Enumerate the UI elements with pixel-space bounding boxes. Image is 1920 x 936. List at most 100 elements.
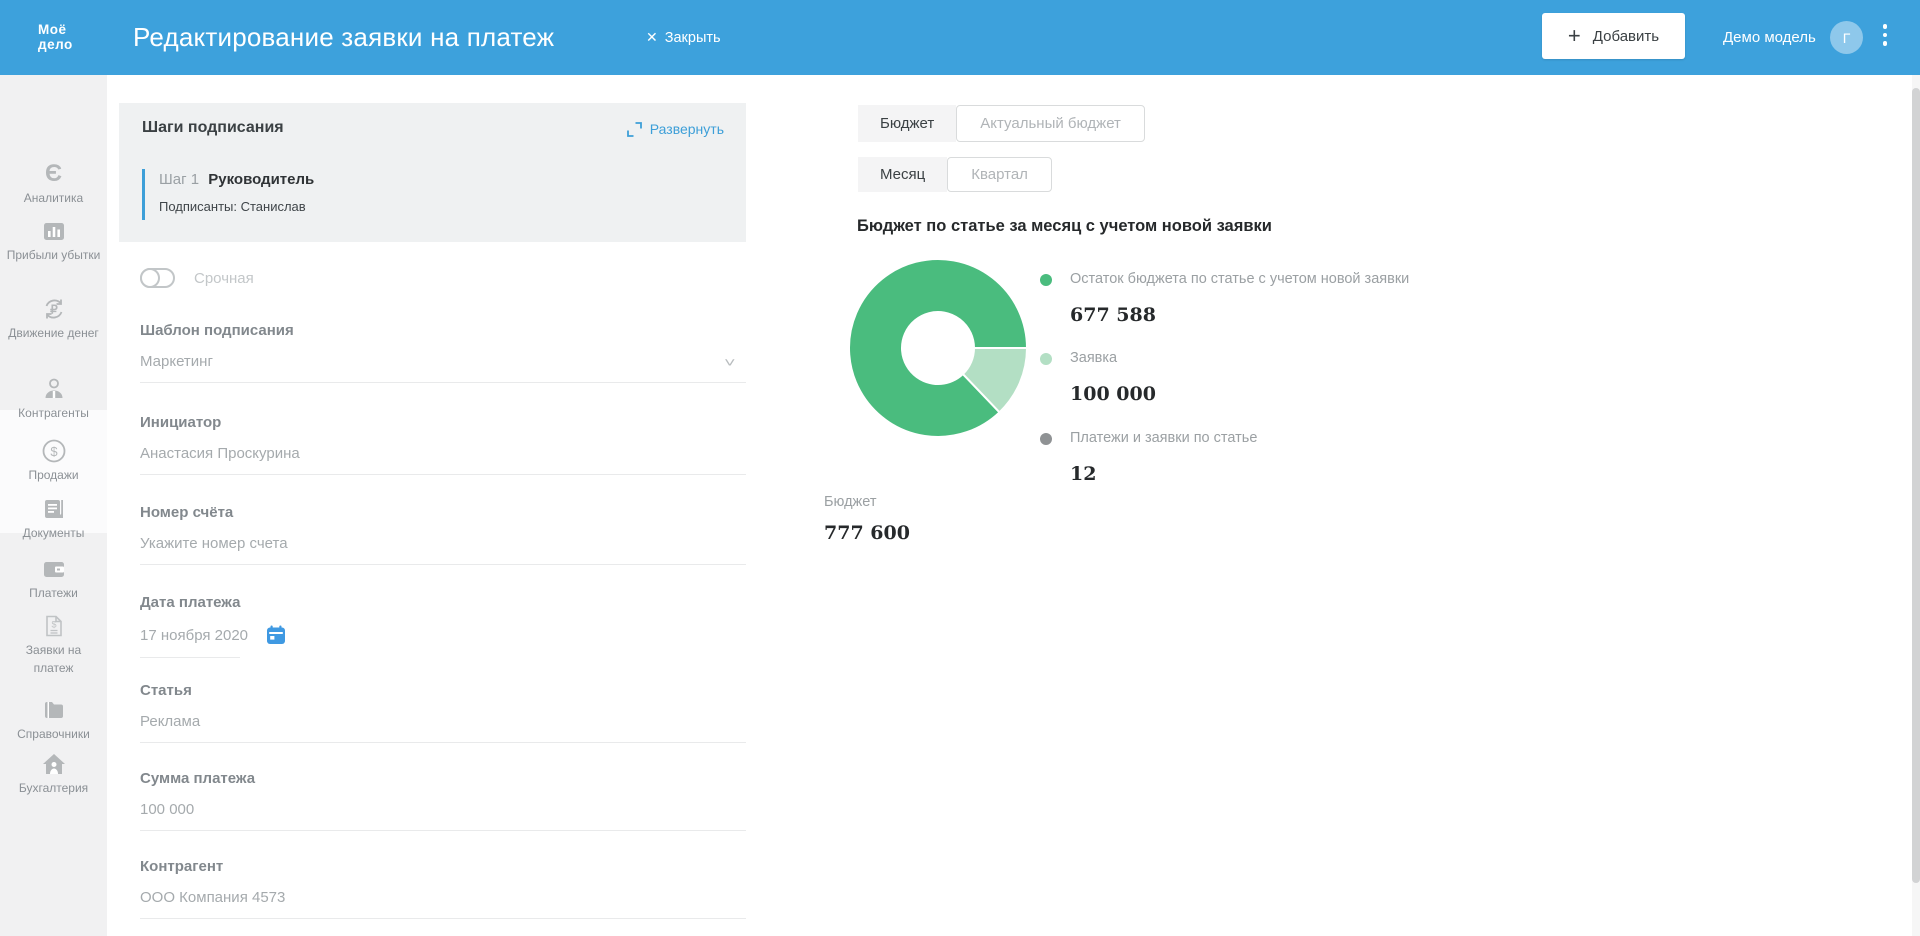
svg-text:$: $ [51, 620, 56, 630]
user-name[interactable]: Демо модель [1723, 0, 1816, 75]
field-account-number: Номер счёта Укажите номер счета [140, 504, 746, 565]
legend-value: 677 588 [1070, 304, 1409, 326]
page-title: Редактирование заявки на платеж [133, 0, 554, 75]
toggle-off-icon [140, 268, 175, 288]
sidebar-item-label: Справочники [7, 726, 101, 744]
tab-month[interactable]: Месяц [858, 157, 947, 192]
signing-template-select[interactable]: Маркетинг ˅ [140, 353, 746, 370]
step-role: Руководитель [208, 171, 314, 188]
budget-donut-chart [838, 248, 1038, 448]
calendar-icon[interactable] [266, 625, 286, 645]
field-underline [140, 382, 746, 383]
accounting-icon [41, 751, 67, 777]
initiator-input[interactable]: Анастасия Проскурина [140, 445, 746, 462]
sidebar-item-label: Контрагенты [7, 405, 101, 423]
add-button-label: Добавить [1593, 28, 1659, 45]
legend-value: 100 000 [1070, 383, 1156, 405]
field-label: Шаблон подписания [140, 322, 746, 339]
legend-item-request: Заявка 100 000 [1040, 350, 1156, 405]
legend-dot-green [1040, 274, 1052, 286]
payment-date-input[interactable]: 17 ноября 2020 [140, 625, 746, 645]
expand-icon [626, 121, 643, 138]
counterparties-icon [41, 376, 67, 402]
account-number-input[interactable]: Укажите номер счета [140, 535, 746, 552]
close-label: Закрыть [665, 30, 721, 46]
legend-dot-light-green [1040, 353, 1052, 365]
sidebar-item-label: Платежи [7, 585, 101, 603]
step-number: Шаг 1 [159, 171, 199, 188]
scrollbar-track[interactable] [1912, 75, 1920, 936]
expand-label: Развернуть [650, 121, 724, 137]
sidebar-item-label: Движение денег [7, 325, 101, 343]
scrollbar-thumb[interactable] [1912, 88, 1920, 883]
sidebar-item-accounting[interactable]: Бухгалтерия [0, 751, 107, 798]
step-signers: Подписанты: Станислав [159, 199, 314, 214]
app-window: Моё дело Редактирование заявки на платеж… [0, 0, 1920, 936]
logo-line-1: Моё [38, 22, 73, 37]
urgent-toggle-label: Срочная [194, 270, 254, 287]
signing-step: Шаг 1 Руководитель Подписанты: Станислав [142, 169, 314, 220]
legend-dot-gray [1040, 433, 1052, 445]
period-tab-group: Месяц Квартал [858, 157, 1052, 192]
legend-item-payments-count: Платежи и заявки по статье 12 [1040, 430, 1257, 485]
urgent-toggle[interactable]: Срочная [140, 268, 254, 288]
legend-label: Заявка [1070, 350, 1156, 366]
budget-tab-group: Бюджет Актуальный бюджет [858, 105, 1145, 142]
sidebar-item-profit-loss[interactable]: Прибыли убытки [0, 218, 107, 265]
field-payment-date: Дата платежа 17 ноября 2020 [140, 594, 746, 658]
field-counterparty: Контрагент ООО Компания 4573 [140, 858, 746, 919]
sidebar-nav: Є Аналитика Прибыли убытки ₽ Движение де… [0, 75, 107, 936]
budget-total-label: Бюджет [824, 494, 876, 510]
sidebar-item-label: Бухгалтерия [7, 780, 101, 798]
add-button[interactable]: + Добавить [1542, 13, 1685, 59]
sidebar-item-payments[interactable]: Платежи [0, 556, 107, 603]
svg-text:₽: ₽ [50, 303, 58, 317]
sidebar-item-documents[interactable]: Документы [0, 496, 107, 543]
field-article: Статья Реклама [140, 682, 746, 743]
field-initiator: Инициатор Анастасия Проскурина [140, 414, 746, 475]
field-label: Сумма платежа [140, 770, 746, 787]
sidebar-item-counterparties[interactable]: Контрагенты [0, 376, 107, 423]
payment-amount-input[interactable]: 100 000 [140, 801, 746, 818]
sidebar-item-payment-requests[interactable]: $ Заявки на платеж [0, 613, 107, 677]
field-payment-amount: Сумма платежа 100 000 [140, 770, 746, 831]
kebab-menu-icon[interactable] [1876, 24, 1894, 52]
counterparty-input[interactable]: ООО Компания 4573 [140, 889, 746, 906]
tab-quarter[interactable]: Квартал [947, 157, 1052, 192]
tab-budget[interactable]: Бюджет [858, 105, 956, 142]
close-button[interactable]: ✕ Закрыть [646, 0, 721, 75]
payment-request-icon: $ [41, 613, 67, 639]
field-label: Номер счёта [140, 504, 746, 521]
field-underline [140, 657, 240, 658]
analytics-icon: Є [41, 161, 67, 187]
field-label: Статья [140, 682, 746, 699]
sidebar-item-label: Прибыли убытки [7, 247, 101, 265]
sidebar-item-label: Аналитика [7, 190, 101, 208]
sidebar-item-money-flow[interactable]: ₽ Движение денег [0, 296, 107, 343]
avatar[interactable]: Г [1830, 21, 1863, 54]
field-underline [140, 918, 746, 919]
directories-icon [41, 697, 67, 723]
tab-actual-budget[interactable]: Актуальный бюджет [956, 105, 1145, 142]
profit-loss-icon [41, 218, 67, 244]
field-signing-template: Шаблон подписания Маркетинг ˅ [140, 322, 746, 383]
sidebar-item-analytics[interactable]: Є Аналитика [0, 161, 107, 208]
sidebar-item-label: Заявки на платеж [7, 642, 101, 677]
article-input[interactable]: Реклама [140, 713, 746, 730]
field-underline [140, 830, 746, 831]
field-label: Инициатор [140, 414, 746, 431]
moedelo-logo[interactable]: Моё дело [38, 22, 73, 52]
sidebar-item-directories[interactable]: Справочники [0, 697, 107, 744]
legend-value: 12 [1070, 463, 1257, 485]
top-header: Моё дело Редактирование заявки на платеж… [0, 0, 1920, 75]
close-icon: ✕ [646, 29, 658, 46]
field-label: Дата платежа [140, 594, 746, 611]
signing-steps-panel: Шаги подписания Развернуть Шаг 1 Руковод… [119, 103, 746, 242]
sidebar-item-label: Документы [7, 525, 101, 543]
expand-button[interactable]: Развернуть [499, 117, 724, 141]
field-underline [140, 564, 746, 565]
money-flow-icon: ₽ [41, 296, 67, 322]
field-value: Маркетинг [140, 353, 213, 370]
sidebar-item-sales[interactable]: $ Продажи [0, 438, 107, 485]
payments-icon [41, 556, 67, 582]
